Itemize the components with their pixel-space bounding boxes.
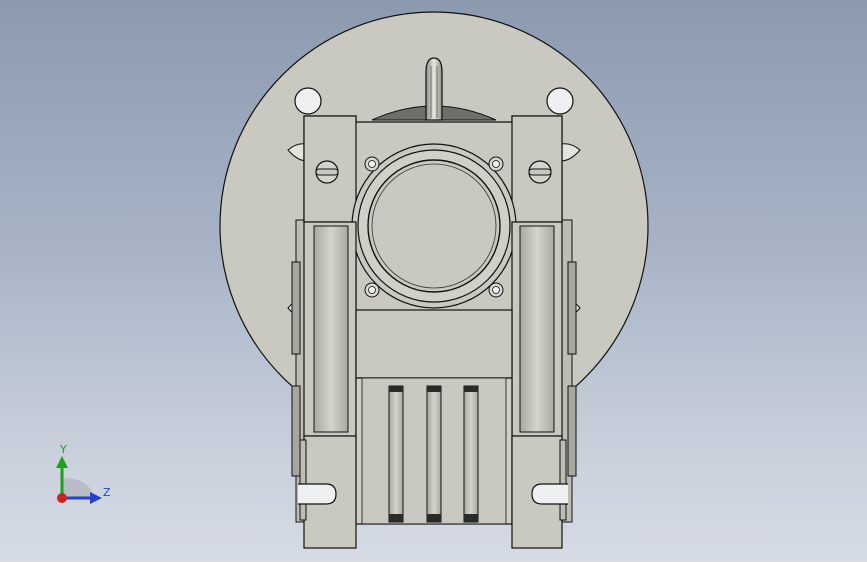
triad-z-label: Z [103, 486, 111, 499]
triad-xz-plane [62, 478, 94, 498]
output-shaft [425, 57, 443, 121]
bolt-head-right [528, 160, 552, 184]
cooling-fins [388, 385, 479, 523]
triad-x-axis [57, 493, 67, 503]
input-bore [367, 159, 501, 293]
graphics-viewport[interactable]: Y Z [0, 0, 867, 562]
flange-hole-left [294, 87, 322, 115]
orientation-triad[interactable] [40, 440, 120, 520]
bolt-head-left [315, 160, 339, 184]
foot-right [511, 435, 568, 549]
gearbox-model[interactable] [0, 0, 867, 562]
triad-y-label: Y [60, 443, 67, 456]
flange-hole-right [546, 87, 574, 115]
foot-left [298, 435, 357, 549]
nameplate-block [355, 309, 513, 379]
